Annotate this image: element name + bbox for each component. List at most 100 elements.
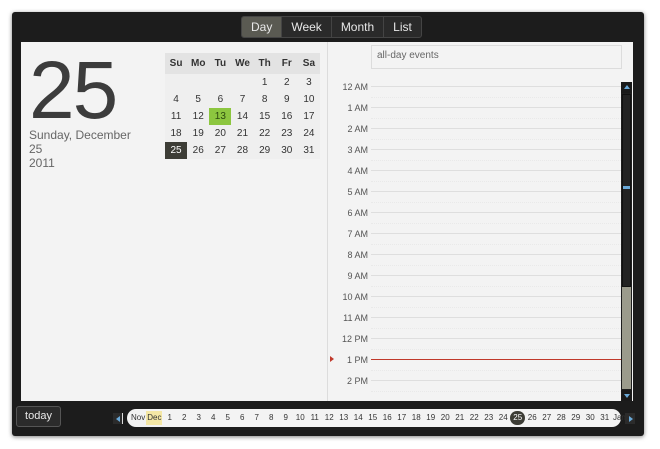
strip-day[interactable]: 25 bbox=[510, 411, 525, 425]
schedule-scrollbar[interactable] bbox=[621, 82, 632, 401]
full-date-line-3: 2011 bbox=[29, 156, 55, 170]
mini-calendar-day[interactable]: 9 bbox=[276, 91, 298, 108]
strip-day[interactable]: 31 bbox=[597, 411, 612, 425]
hour-slot-line bbox=[371, 86, 621, 87]
strip-day[interactable]: 28 bbox=[554, 411, 569, 425]
today-button[interactable]: today bbox=[16, 406, 61, 427]
mini-calendar-day[interactable]: 7 bbox=[231, 91, 253, 108]
strip-day[interactable]: 8 bbox=[264, 411, 279, 425]
hour-label: 10 AM bbox=[342, 292, 368, 302]
tab-month[interactable]: Month bbox=[332, 17, 385, 37]
tab-list[interactable]: List bbox=[384, 17, 421, 37]
mini-calendar-day[interactable]: 16 bbox=[276, 108, 298, 125]
hour-slot-line bbox=[371, 149, 621, 150]
mini-calendar-day[interactable]: 6 bbox=[209, 91, 231, 108]
half-hour-line bbox=[371, 327, 621, 329]
strip-current-month[interactable]: Dec bbox=[146, 411, 163, 425]
all-day-events-area[interactable]: all-day events bbox=[371, 45, 622, 69]
mini-calendar-empty bbox=[187, 74, 209, 91]
mini-calendar-day[interactable]: 20 bbox=[209, 125, 231, 142]
strip-day[interactable]: 30 bbox=[583, 411, 598, 425]
mini-calendar-day[interactable]: 3 bbox=[298, 74, 320, 91]
scrollbar-track[interactable] bbox=[622, 287, 631, 389]
mini-calendar-day[interactable]: 13 bbox=[209, 108, 232, 125]
strip-day[interactable]: 14 bbox=[351, 411, 366, 425]
strip-day[interactable]: 29 bbox=[568, 411, 583, 425]
mini-calendar-week: 4 5 6 7 8 9 10 bbox=[165, 91, 320, 108]
mini-calendar-day[interactable]: 17 bbox=[298, 108, 320, 125]
mini-calendar-day[interactable]: 15 bbox=[254, 108, 276, 125]
strip-day[interactable]: 20 bbox=[438, 411, 453, 425]
mini-calendar-day[interactable]: 30 bbox=[276, 142, 298, 159]
mini-calendar-day[interactable]: 26 bbox=[187, 142, 209, 159]
strip-day[interactable]: 6 bbox=[235, 411, 250, 425]
mini-calendar-day[interactable]: 18 bbox=[165, 125, 187, 142]
tab-week[interactable]: Week bbox=[282, 17, 332, 37]
mini-calendar-day[interactable]: 23 bbox=[276, 125, 298, 142]
strip-day[interactable]: 2 bbox=[177, 411, 192, 425]
hour-label: 11 AM bbox=[343, 313, 368, 323]
hour-slot-line bbox=[371, 254, 621, 255]
weekday-label: Sa bbox=[302, 58, 316, 69]
mini-calendar-day[interactable]: 4 bbox=[165, 91, 187, 108]
mini-calendar-day[interactable]: 10 bbox=[298, 91, 320, 108]
mini-calendar-day[interactable]: 24 bbox=[298, 125, 320, 142]
mini-calendar-day[interactable]: 11 bbox=[165, 108, 187, 125]
strip-day[interactable]: 4 bbox=[206, 411, 221, 425]
mini-calendar-day[interactable]: 12 bbox=[187, 108, 209, 125]
strip-day[interactable]: 24 bbox=[496, 411, 511, 425]
mini-calendar-day[interactable]: 14 bbox=[231, 108, 253, 125]
mini-calendar-day[interactable]: 22 bbox=[254, 125, 276, 142]
view-tabs: Day Week Month List bbox=[241, 16, 422, 38]
mini-calendar-day[interactable]: 2 bbox=[276, 74, 298, 91]
strip-day[interactable]: 19 bbox=[423, 411, 438, 425]
scroll-down-icon[interactable] bbox=[621, 390, 632, 401]
strip-day[interactable]: 9 bbox=[278, 411, 293, 425]
mini-calendar-day[interactable]: 5 bbox=[187, 91, 209, 108]
scroll-up-icon[interactable] bbox=[621, 82, 632, 93]
half-hour-line bbox=[371, 348, 621, 350]
hour-label: 5 AM bbox=[347, 187, 368, 197]
mini-calendar-day[interactable]: 28 bbox=[231, 142, 253, 159]
mini-calendar-day[interactable]: 8 bbox=[254, 91, 276, 108]
strip-day[interactable]: 23 bbox=[481, 411, 496, 425]
mini-calendar-day[interactable]: 31 bbox=[298, 142, 320, 159]
strip-day[interactable]: 13 bbox=[336, 411, 351, 425]
strip-day[interactable]: 27 bbox=[539, 411, 554, 425]
mini-calendar-day[interactable]: 19 bbox=[187, 125, 209, 142]
strip-day[interactable]: 11 bbox=[307, 411, 322, 425]
strip-day[interactable]: 10 bbox=[293, 411, 308, 425]
mini-calendar-day[interactable]: 27 bbox=[209, 142, 231, 159]
prev-arrow-icon[interactable] bbox=[113, 413, 123, 424]
mini-calendar-day[interactable]: 29 bbox=[254, 142, 276, 159]
scrollbar-thumb[interactable] bbox=[622, 94, 631, 287]
strip-day[interactable]: 15 bbox=[365, 411, 380, 425]
hour-slot-line bbox=[371, 191, 621, 192]
strip-day[interactable]: 7 bbox=[249, 411, 264, 425]
mini-calendar-day[interactable]: 25 bbox=[165, 142, 188, 159]
strip-day[interactable]: 26 bbox=[525, 411, 540, 425]
strip-day[interactable]: 17 bbox=[394, 411, 409, 425]
next-arrow-icon[interactable] bbox=[625, 413, 635, 424]
mini-calendar-header: Su Mo Tu We Th Fr Sa bbox=[165, 53, 320, 74]
mini-calendar-week: 11 12 13 14 15 16 17 bbox=[165, 108, 320, 125]
half-hour-line bbox=[371, 138, 621, 140]
half-hour-line bbox=[371, 159, 621, 161]
strip-day[interactable]: 5 bbox=[220, 411, 235, 425]
strip-day[interactable]: 21 bbox=[452, 411, 467, 425]
strip-day[interactable]: 18 bbox=[409, 411, 424, 425]
strip-prev-month[interactable]: Nov bbox=[130, 411, 146, 425]
strip-day[interactable]: 1 bbox=[162, 411, 177, 425]
hour-label: 7 AM bbox=[347, 229, 368, 239]
time-slots[interactable] bbox=[371, 82, 621, 401]
tab-day[interactable]: Day bbox=[242, 17, 283, 37]
mini-calendar-day[interactable]: 1 bbox=[254, 74, 276, 91]
strip-day[interactable]: 12 bbox=[322, 411, 337, 425]
half-hour-line bbox=[371, 201, 621, 203]
strip-day[interactable]: 3 bbox=[191, 411, 206, 425]
hour-slot-line bbox=[371, 128, 621, 129]
strip-day[interactable]: 16 bbox=[380, 411, 395, 425]
mini-calendar-day[interactable]: 21 bbox=[231, 125, 253, 142]
strip-day[interactable]: 22 bbox=[467, 411, 482, 425]
mini-calendar-grid: 1 2 3 4 5 6 7 8 9 10 11 12 13 14 15 16 17 18 19 20 21 22 23 24 2… bbox=[165, 74, 320, 159]
